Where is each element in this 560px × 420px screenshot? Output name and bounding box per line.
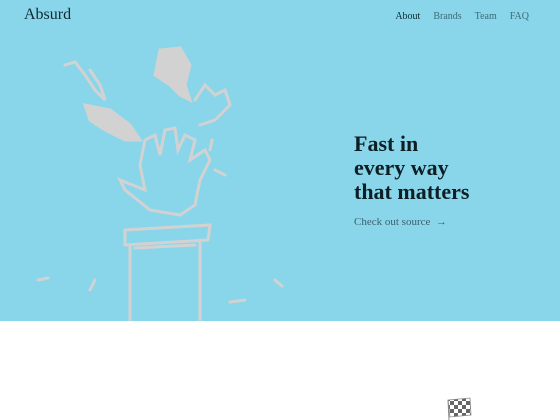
nav-team[interactable]: Team: [475, 11, 497, 22]
hands-on-pedestal-illustration: [36, 46, 284, 322]
arrow-right-icon: →: [433, 216, 447, 228]
nav-about[interactable]: About: [395, 11, 420, 22]
headline-line: every way: [354, 155, 449, 180]
main-nav: About Brands Team FAQ: [395, 11, 529, 22]
nav-faq[interactable]: FAQ: [510, 11, 529, 22]
headline-line: Fast in: [354, 131, 419, 156]
hero-headline: Fast in every way that matters: [354, 132, 534, 204]
cta-label: Check out source: [354, 216, 431, 228]
headline-line: that matters: [354, 179, 470, 204]
hero-section: Absurd About Brands Team FAQ Fast in eve…: [0, 0, 560, 322]
nav-brands[interactable]: Brands: [433, 11, 461, 22]
checkered-flag-icon: [447, 397, 472, 420]
check-out-source-link[interactable]: Check out source →: [354, 216, 447, 228]
logo[interactable]: Absurd: [24, 6, 71, 24]
